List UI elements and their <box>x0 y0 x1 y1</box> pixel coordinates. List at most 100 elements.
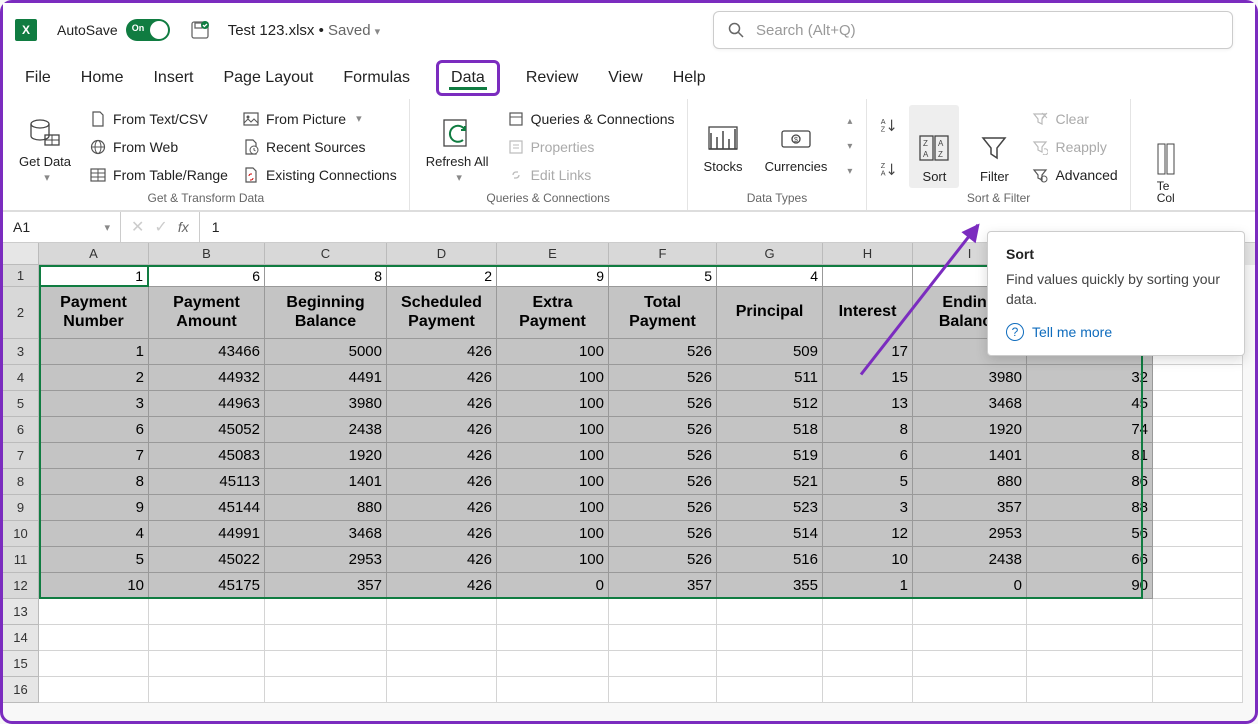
cell[interactable]: 45083 <box>149 443 265 469</box>
cell[interactable]: 512 <box>717 391 823 417</box>
cell[interactable]: 32 <box>1027 365 1153 391</box>
cell[interactable]: 426 <box>387 417 497 443</box>
cell[interactable]: 2438 <box>913 547 1027 573</box>
cell[interactable]: 45 <box>1027 391 1153 417</box>
cell[interactable] <box>1153 573 1243 599</box>
cell[interactable] <box>387 651 497 677</box>
cell[interactable]: 8 <box>39 469 149 495</box>
cell[interactable]: 4 <box>39 521 149 547</box>
cell[interactable]: 100 <box>497 417 609 443</box>
cell[interactable] <box>39 651 149 677</box>
cell[interactable]: Payment Amount <box>149 287 265 339</box>
cell[interactable]: 357 <box>609 573 717 599</box>
row-header[interactable]: 3 <box>3 339 39 365</box>
row-header[interactable]: 2 <box>3 287 39 339</box>
cell[interactable]: 2953 <box>265 547 387 573</box>
filter-button[interactable]: Filter <box>969 105 1019 188</box>
cell[interactable]: 426 <box>387 495 497 521</box>
cell[interactable]: 357 <box>265 573 387 599</box>
row-header[interactable]: 13 <box>3 599 39 625</box>
cell[interactable]: 9 <box>497 265 609 287</box>
menu-help[interactable]: Help <box>669 61 710 95</box>
col-header[interactable]: A <box>39 243 149 265</box>
from-text-csv-button[interactable]: From Text/CSV <box>87 106 230 132</box>
sort-button[interactable]: ZAAZ Sort <box>909 105 959 188</box>
cell[interactable] <box>39 599 149 625</box>
cell[interactable] <box>1153 677 1243 703</box>
cell[interactable]: 56 <box>1027 521 1153 547</box>
cell[interactable]: 66 <box>1027 547 1153 573</box>
cell[interactable]: 1401 <box>265 469 387 495</box>
menu-data[interactable]: Data <box>436 60 500 96</box>
cell[interactable] <box>1027 625 1153 651</box>
cell[interactable]: 100 <box>497 469 609 495</box>
cell[interactable] <box>717 651 823 677</box>
autosave-toggle[interactable]: AutoSave On <box>57 19 170 41</box>
toggle-switch[interactable]: On <box>126 19 170 41</box>
cell[interactable] <box>913 599 1027 625</box>
cell[interactable] <box>265 625 387 651</box>
cell[interactable]: 3468 <box>265 521 387 547</box>
cell[interactable]: 426 <box>387 573 497 599</box>
cell[interactable]: 1920 <box>913 417 1027 443</box>
get-data-button[interactable]: Get Data▾ <box>13 105 77 188</box>
cell[interactable]: 5 <box>609 265 717 287</box>
cell[interactable]: 2953 <box>913 521 1027 547</box>
cell[interactable]: 2 <box>39 365 149 391</box>
cell[interactable] <box>1027 651 1153 677</box>
sort-asc-button[interactable]: AZ <box>877 112 899 138</box>
cell[interactable]: 4491 <box>265 365 387 391</box>
cell[interactable]: 45144 <box>149 495 265 521</box>
cell[interactable]: Principal <box>717 287 823 339</box>
cell[interactable]: 526 <box>609 495 717 521</box>
cell[interactable]: 74 <box>1027 417 1153 443</box>
row-header[interactable]: 5 <box>3 391 39 417</box>
cell[interactable]: 355 <box>717 573 823 599</box>
document-title[interactable]: Test 123.xlsx • Saved▾ <box>228 22 380 39</box>
cell[interactable]: 526 <box>609 547 717 573</box>
cell[interactable]: 2 <box>387 265 497 287</box>
cell[interactable]: 45175 <box>149 573 265 599</box>
cell[interactable] <box>387 625 497 651</box>
cell[interactable]: 2438 <box>265 417 387 443</box>
cell[interactable]: Payment Number <box>39 287 149 339</box>
cell[interactable]: Interest <box>823 287 913 339</box>
cell[interactable] <box>387 599 497 625</box>
cell[interactable]: 9 <box>39 495 149 521</box>
cell[interactable]: 3980 <box>913 365 1027 391</box>
row-header[interactable]: 8 <box>3 469 39 495</box>
cell[interactable] <box>1153 625 1243 651</box>
cell[interactable] <box>609 599 717 625</box>
col-header[interactable]: D <box>387 243 497 265</box>
cell[interactable] <box>265 651 387 677</box>
cell[interactable] <box>149 599 265 625</box>
cell[interactable]: 526 <box>609 521 717 547</box>
menu-review[interactable]: Review <box>522 61 582 95</box>
cell[interactable]: 880 <box>913 469 1027 495</box>
cell[interactable]: 526 <box>609 339 717 365</box>
row-header[interactable]: 4 <box>3 365 39 391</box>
cell[interactable]: 15 <box>823 365 913 391</box>
confirm-icon[interactable]: ✓ <box>154 217 167 237</box>
cell[interactable]: 519 <box>717 443 823 469</box>
cell[interactable]: 518 <box>717 417 823 443</box>
row-header[interactable]: 9 <box>3 495 39 521</box>
from-picture-button[interactable]: From Picture▾ <box>240 106 399 132</box>
cell[interactable]: 516 <box>717 547 823 573</box>
cell[interactable] <box>1153 521 1243 547</box>
col-header[interactable]: B <box>149 243 265 265</box>
cell[interactable] <box>913 625 1027 651</box>
cell[interactable]: 44932 <box>149 365 265 391</box>
cell[interactable]: 526 <box>609 443 717 469</box>
row-header[interactable]: 6 <box>3 417 39 443</box>
row-header[interactable]: 10 <box>3 521 39 547</box>
cell[interactable]: 1 <box>39 339 149 365</box>
cell[interactable]: 526 <box>609 365 717 391</box>
cell[interactable]: 357 <box>913 495 1027 521</box>
cell[interactable] <box>823 599 913 625</box>
name-box[interactable]: A1▾ <box>3 212 121 242</box>
cell[interactable]: 1 <box>823 573 913 599</box>
cell[interactable] <box>1153 365 1243 391</box>
cell[interactable]: 4 <box>717 265 823 287</box>
cell[interactable] <box>609 651 717 677</box>
